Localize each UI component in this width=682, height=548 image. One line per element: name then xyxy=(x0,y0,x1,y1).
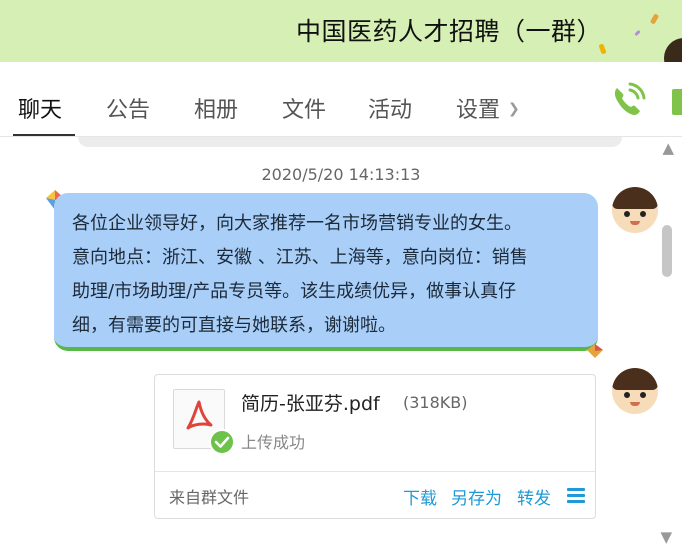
file-name[interactable]: 简历-张亚芬.pdf xyxy=(241,389,380,416)
chevron-up-icon[interactable]: ▲ xyxy=(662,139,674,157)
file-source: 来自群文件 xyxy=(169,488,250,507)
upload-status: 上传成功 xyxy=(241,433,306,452)
tab-album[interactable]: 相册 xyxy=(194,92,238,124)
tab-files[interactable]: 文件 xyxy=(282,92,326,124)
download-button[interactable]: 下载 xyxy=(403,484,437,509)
message-timestamp: 2020/5/20 14:13:13 xyxy=(261,165,421,184)
previous-message-edge xyxy=(78,137,622,147)
check-icon xyxy=(209,429,235,455)
group-avatar[interactable] xyxy=(664,38,682,62)
save-as-button[interactable]: 另存为 xyxy=(451,484,502,509)
avatar[interactable] xyxy=(612,187,658,233)
chevron-down-icon[interactable]: ▼ xyxy=(660,528,672,546)
tab-chat[interactable]: 聊天 xyxy=(18,92,62,124)
tab-settings[interactable]: 设置 ❯ xyxy=(456,92,520,124)
file-card[interactable]: 简历-张亚芬.pdf (318KB) 上传成功 来自群文件 下载 另存为 转发 xyxy=(154,374,596,519)
message-line: 各位企业领导好，向大家推荐一名市场营销专业的女生。 xyxy=(72,213,522,234)
chat-area[interactable]: ▲ 2020/5/20 14:13:13 各位企业领导好，向大家推荐一名市场营销… xyxy=(0,137,682,548)
tab-settings-label: 设置 xyxy=(456,98,501,123)
message-line: 助理/市场助理/产品专员等。该生成绩优异，做事认真仔 xyxy=(72,281,517,302)
tab-activity[interactable]: 活动 xyxy=(368,92,412,124)
tab-announcement[interactable]: 公告 xyxy=(106,92,150,124)
menu-icon[interactable] xyxy=(567,488,585,504)
message-line: 细，有需要的可直接与她联系，谢谢啦。 xyxy=(72,315,396,336)
confetti-decoration xyxy=(634,29,641,37)
file-card-footer: 来自群文件 下载 另存为 转发 xyxy=(155,471,595,520)
tab-bar: 聊天 公告 相册 文件 活动 设置 ❯ xyxy=(0,62,682,137)
kite-icon xyxy=(587,344,603,358)
window-title: 中国医药人才招聘（一群） xyxy=(295,17,602,46)
chevron-down-icon: ❯ xyxy=(508,101,520,117)
avatar[interactable] xyxy=(612,368,658,414)
video-icon[interactable] xyxy=(672,89,682,115)
active-tab-indicator xyxy=(13,134,75,136)
file-size: (318KB) xyxy=(403,393,468,412)
title-bar: 中国医药人才招聘（一群） xyxy=(0,0,682,62)
forward-button[interactable]: 转发 xyxy=(517,484,551,509)
phone-icon[interactable] xyxy=(608,82,646,120)
confetti-decoration xyxy=(649,13,660,25)
message-line: 意向地点：浙江、安徽 、江苏、上海等，意向岗位：销售 xyxy=(72,247,528,268)
scrollbar-thumb[interactable] xyxy=(662,225,672,277)
message-bubble[interactable]: 各位企业领导好，向大家推荐一名市场营销专业的女生。 意向地点：浙江、安徽 、江苏… xyxy=(54,193,598,351)
